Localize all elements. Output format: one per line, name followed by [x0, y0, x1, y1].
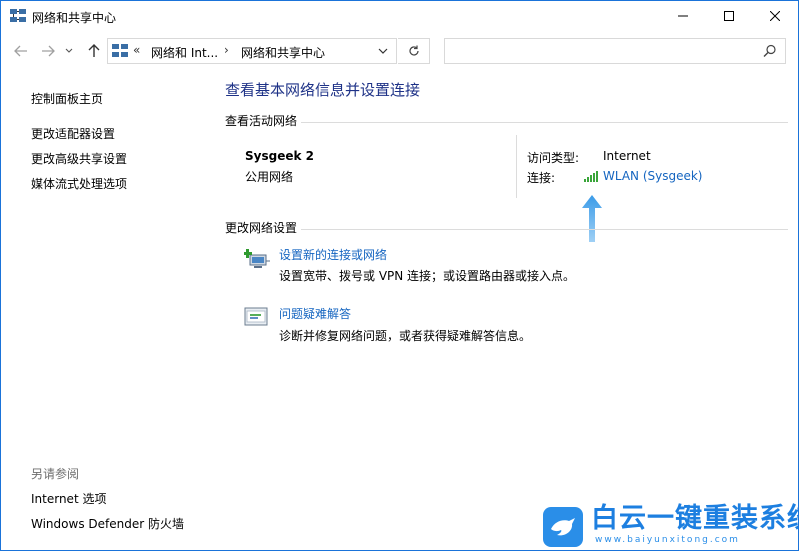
address-dropdown-button[interactable]: [374, 42, 392, 60]
back-button[interactable]: [10, 41, 32, 61]
maximize-button[interactable]: [706, 1, 752, 31]
bird-logo-icon: [543, 507, 583, 547]
wifi-signal-icon: [584, 171, 598, 182]
watermark: 白云一键重装系统 www.baiyunxitong.com: [543, 501, 798, 549]
close-button[interactable]: [752, 1, 798, 31]
control-panel-home-link[interactable]: 控制面板主页: [31, 90, 103, 107]
page-title: 查看基本网络信息并设置连接: [225, 81, 421, 99]
arrow-up-icon: [88, 44, 100, 57]
network-category: 公用网络: [245, 170, 294, 184]
access-type-label: 访问类型:: [527, 151, 580, 165]
connections-label: 连接:: [527, 171, 556, 185]
new-connection-icon: [244, 249, 270, 268]
navigation-bar: « 网络和 Int... › 网络和共享中心: [1, 31, 798, 71]
title-bar: 网络和共享中心: [1, 1, 798, 31]
breadcrumb-overflow-button[interactable]: «: [133, 43, 140, 57]
setup-new-connection-link[interactable]: 设置新的连接或网络: [279, 246, 387, 263]
troubleshoot-problems-link[interactable]: 问题疑难解答: [279, 305, 351, 322]
refresh-icon: [408, 45, 419, 56]
change-settings-label: 更改网络设置: [225, 219, 302, 236]
change-settings-divider: [301, 229, 788, 230]
search-icon: [763, 44, 776, 57]
setup-new-connection-description: 设置宽带、拨号或 VPN 连接；或设置路由器或接入点。: [279, 269, 576, 283]
search-input[interactable]: [444, 38, 786, 64]
breadcrumb-sharing-center[interactable]: 网络和共享中心: [241, 44, 325, 61]
network-name: Sysgeek 2: [245, 149, 314, 163]
network-details-divider: [516, 135, 517, 198]
arrow-left-icon: [14, 45, 27, 57]
breadcrumb-network-internet[interactable]: 网络和 Int...: [151, 44, 218, 61]
close-icon: [770, 11, 780, 21]
breadcrumb-separator[interactable]: ›: [224, 43, 229, 57]
minimize-icon: [678, 15, 688, 17]
active-networks-label: 查看活动网络: [225, 112, 302, 129]
chevron-down-icon: [378, 48, 388, 54]
watermark-url: www.baiyunxitong.com: [595, 535, 740, 545]
forward-button[interactable]: [37, 41, 59, 61]
network-center-small-icon: [112, 44, 128, 57]
network-sharing-center-window: 网络和共享中心 « 网络和 Int... › 网络和共享中心 控制面板主页 更改…: [0, 0, 799, 551]
window-title: 网络和共享中心: [32, 11, 117, 25]
active-networks-divider: [301, 122, 788, 123]
internet-options-link[interactable]: Internet 选项: [31, 490, 106, 507]
up-button[interactable]: [83, 41, 105, 61]
access-type-value: Internet: [603, 149, 651, 163]
wlan-connection-link[interactable]: WLAN (Sysgeek): [603, 169, 703, 183]
chevron-down-icon: [65, 48, 73, 53]
address-bar[interactable]: « 网络和 Int... › 网络和共享中心: [107, 38, 397, 64]
maximize-icon: [724, 11, 734, 21]
see-also-heading: 另请参阅: [31, 467, 80, 481]
troubleshoot-problems-description: 诊断并修复网络问题，或者获得疑难解答信息。: [279, 329, 532, 343]
arrow-right-icon: [42, 45, 55, 57]
refresh-button[interactable]: [398, 38, 430, 64]
change-adapter-settings-link[interactable]: 更改适配器设置: [31, 125, 115, 142]
media-streaming-options-link[interactable]: 媒体流式处理选项: [31, 175, 127, 192]
watermark-title: 白云一键重装系统: [591, 503, 799, 534]
windows-defender-firewall-link[interactable]: Windows Defender 防火墙: [31, 515, 184, 532]
network-center-app-icon: [10, 9, 26, 22]
change-advanced-sharing-link[interactable]: 更改高级共享设置: [31, 150, 127, 167]
troubleshoot-icon: [244, 307, 268, 326]
recent-locations-button[interactable]: [62, 41, 76, 61]
minimize-button[interactable]: [660, 1, 706, 31]
left-task-pane: 控制面板主页 更改适配器设置 更改高级共享设置 媒体流式处理选项 另请参阅 In…: [1, 71, 216, 550]
annotation-arrow-up-icon: [582, 195, 602, 242]
